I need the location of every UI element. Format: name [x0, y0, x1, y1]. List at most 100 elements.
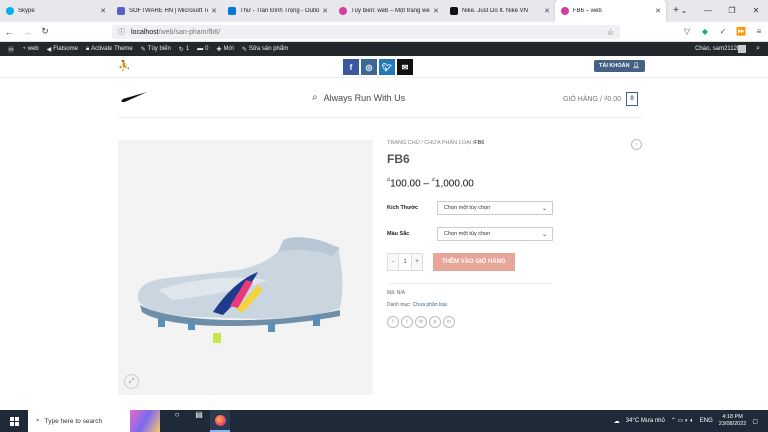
- bookmark-star-icon[interactable]: ☆: [607, 28, 614, 37]
- back-icon[interactable]: ←: [0, 27, 18, 37]
- breadcrumb-home[interactable]: TRANG CHỦ: [387, 140, 420, 146]
- close-window-icon[interactable]: ✕: [744, 0, 768, 22]
- twitter-share-icon[interactable]: t: [401, 316, 413, 329]
- task-view-icon[interactable]: ○: [166, 410, 188, 432]
- windows-logo-icon: [9, 416, 19, 426]
- user-icon: 👤︎: [632, 63, 640, 69]
- product-image[interactable]: [118, 140, 373, 395]
- search-highlight-image: [130, 410, 160, 432]
- zoom-icon[interactable]: ⤢: [124, 374, 139, 389]
- jordan-logo-icon[interactable]: ⛹: [118, 61, 130, 72]
- reload-icon[interactable]: ↻: [36, 26, 54, 37]
- close-icon[interactable]: ✕: [211, 7, 217, 15]
- admin-customize-label: Tùy biến: [147, 46, 171, 52]
- quantity-input[interactable]: 1: [398, 254, 412, 271]
- twitter-icon[interactable]: 🐦︎: [379, 59, 395, 75]
- price-to: 1,000.00: [434, 178, 474, 190]
- instagram-icon[interactable]: ◎: [361, 59, 377, 75]
- menu-icon[interactable]: ≡: [750, 25, 768, 39]
- pinterest-share-icon[interactable]: p: [429, 316, 441, 329]
- admin-activate-label: Activate Theme: [91, 46, 133, 52]
- close-icon[interactable]: ✕: [655, 7, 661, 15]
- close-icon[interactable]: ✕: [544, 7, 550, 15]
- quantity-row: - 1 + THÊM VÀO GIỎ HÀNG: [387, 253, 642, 272]
- admin-updates-link[interactable]: ↻ 1: [179, 46, 189, 53]
- admin-comments-link[interactable]: ▬ 0: [197, 46, 208, 52]
- close-icon[interactable]: ✕: [322, 7, 328, 15]
- maximize-icon[interactable]: ❐: [720, 0, 744, 22]
- plus-button[interactable]: +: [412, 254, 422, 271]
- admin-new-link[interactable]: ✚ Mới: [217, 46, 234, 53]
- admin-edit-link[interactable]: ✎ Sửa sản phẩm: [242, 46, 288, 53]
- add-to-cart-button[interactable]: THÊM VÀO GIỎ HÀNG: [433, 253, 515, 272]
- admin-theme-label: Flatsome: [53, 46, 78, 52]
- clock[interactable]: 4:18 PM 23/08/2022: [719, 414, 747, 428]
- search-text: Always Run With Us: [323, 92, 406, 103]
- account-button[interactable]: TÀI KHOẢN 👤︎: [594, 60, 645, 72]
- cart-link[interactable]: GIỎ HÀNG / ₫0.00 0: [563, 92, 639, 106]
- nike-logo[interactable]: [120, 90, 148, 108]
- facebook-icon[interactable]: f: [343, 59, 359, 75]
- next-product-icon[interactable]: ›: [631, 139, 642, 150]
- wordpress-icon[interactable]: Ⓦ: [8, 45, 14, 54]
- address-bar[interactable]: ⓘ localhost/web/san-pham/fb6/ ☆: [112, 25, 620, 39]
- product-info: TRANG CHỦ / CHƯA PHÂN LOẠI /FB6 › FB6 ₫1…: [387, 139, 642, 329]
- system-tray: ☁ 34°C Mưa nhỏ ⌃ ▭ ◐ 🔈︎ ENG 4:18 PM 23/08…: [614, 410, 758, 432]
- email-icon[interactable]: ✉: [397, 59, 413, 75]
- language-indicator[interactable]: ENG: [700, 418, 713, 424]
- header-search[interactable]: ⌕ Always Run With Us: [312, 92, 405, 103]
- forward-icon[interactable]: →: [18, 27, 36, 37]
- tray-icons[interactable]: ⌃ ▭ ◐ 🔈︎: [671, 417, 694, 425]
- flatsome-icon: ◀: [46, 46, 52, 53]
- site-icon: [561, 7, 569, 15]
- breadcrumb: TRANG CHỦ / CHƯA PHÂN LOẠI /FB6: [387, 140, 485, 146]
- notification-icon[interactable]: ▢: [752, 418, 758, 425]
- chevron-down-icon: ⌄: [541, 206, 547, 213]
- color-select[interactable]: Chọn một tùy chọn ⌄: [437, 227, 553, 242]
- shield-icon[interactable]: ◆: [696, 25, 714, 39]
- minus-button[interactable]: -: [388, 254, 398, 271]
- size-label: Kích Thước: [387, 205, 419, 212]
- size-select[interactable]: Chọn một tùy chọn ⌄: [437, 201, 553, 216]
- file-explorer-icon[interactable]: ▤: [188, 410, 210, 432]
- admin-greeting[interactable]: Chào, sam2112k: [695, 42, 740, 56]
- email-share-icon[interactable]: ✉: [415, 316, 427, 329]
- weather-text[interactable]: 34°C Mưa nhỏ: [626, 418, 665, 424]
- clock-time: 4:18 PM: [722, 414, 743, 420]
- admin-site-link[interactable]: ◔ web: [22, 46, 39, 52]
- close-icon[interactable]: ✕: [100, 7, 106, 15]
- windows-start-icon[interactable]: [0, 416, 28, 426]
- facebook-share-icon[interactable]: f: [387, 316, 399, 329]
- cart-label: GIỎ HÀNG / ₫0.00: [563, 95, 622, 103]
- extension-icon[interactable]: ⏩: [732, 25, 750, 39]
- list-tabs-icon[interactable]: ⌄: [672, 0, 696, 22]
- minimize-icon[interactable]: —: [696, 0, 720, 22]
- admin-theme-link[interactable]: ◀ Flatsome: [47, 46, 78, 53]
- tab-skype[interactable]: Skype ✕: [0, 0, 111, 22]
- firefox-icon[interactable]: [210, 410, 230, 432]
- linkedin-share-icon[interactable]: in: [443, 316, 455, 329]
- plus-icon: ✚: [216, 46, 222, 53]
- tab-nike[interactable]: Nike. Just Do It. Nike VN ✕: [444, 0, 555, 22]
- taskbar-search[interactable]: ⌕ Type here to search: [28, 410, 160, 432]
- admin-customize-link[interactable]: ✎ Tùy biến: [141, 46, 171, 53]
- tab-outlook[interactable]: Thư - Trần Đình Trọng - Outloo ✕: [222, 0, 333, 22]
- weather-icon[interactable]: ☁: [614, 418, 620, 425]
- breadcrumb-category[interactable]: CHƯA PHÂN LOẠI: [424, 140, 471, 146]
- category-label: Danh mục:: [387, 302, 412, 309]
- tab-fb6[interactable]: FB6 – web ✕: [555, 0, 666, 22]
- close-icon[interactable]: ✕: [433, 7, 439, 15]
- tab-teams[interactable]: SOFTWARE HN | Microsoft Tea ✕: [111, 0, 222, 22]
- admin-site-label: web: [27, 46, 39, 52]
- price-from: 100.00: [390, 178, 421, 190]
- search-icon[interactable]: ⌕: [756, 42, 760, 56]
- product-price: ₫100.00 – ₫1,000.00: [387, 178, 474, 190]
- admin-activate-link[interactable]: 🔒︎ Activate Theme: [86, 46, 133, 53]
- vpn-icon[interactable]: ✓: [714, 25, 732, 39]
- page-info-icon[interactable]: ⓘ: [118, 27, 125, 37]
- avatar[interactable]: [738, 45, 746, 53]
- tab-customize[interactable]: Tùy biến: web – Một trang web ✕: [333, 0, 444, 22]
- pocket-icon[interactable]: ▽: [678, 25, 696, 39]
- category-link[interactable]: Chưa phân loại: [413, 302, 447, 308]
- browser-nav-bar: ← → ↻ ⓘ localhost/web/san-pham/fb6/ ☆ ▽ …: [0, 22, 768, 42]
